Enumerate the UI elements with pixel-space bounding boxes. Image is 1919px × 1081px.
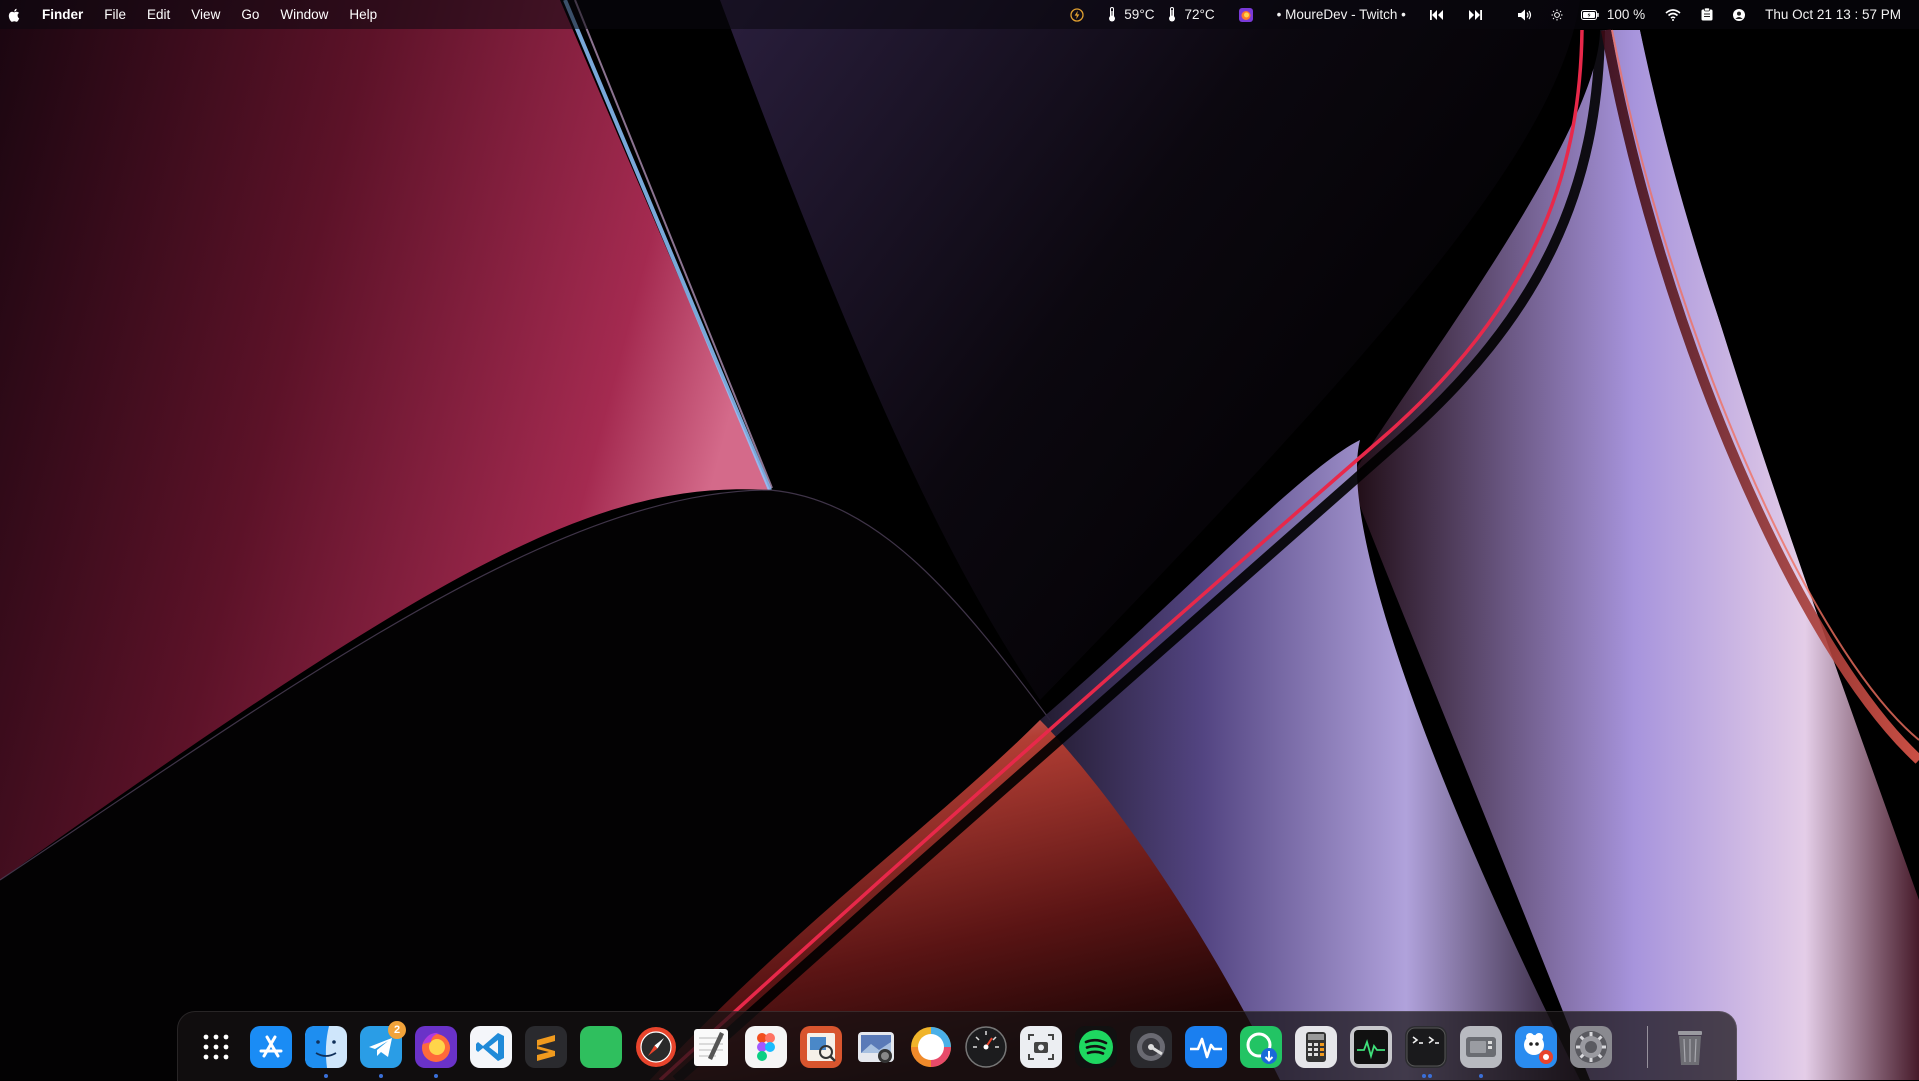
gimp-icon: [1515, 1026, 1557, 1068]
gpu-temperature[interactable]: 72°C: [1168, 7, 1215, 22]
menu-file[interactable]: File: [104, 7, 126, 22]
menu-edit[interactable]: Edit: [147, 7, 170, 22]
clipboard-icon[interactable]: [1701, 8, 1713, 21]
dock-trash[interactable]: [1669, 1026, 1711, 1068]
green-app-icon: [580, 1026, 622, 1068]
battery-icon: [1580, 9, 1599, 20]
wifi-icon[interactable]: [1665, 8, 1681, 21]
vscode-icon: [470, 1026, 512, 1068]
textedit-icon: [690, 1026, 732, 1068]
download-icon: [1240, 1026, 1282, 1068]
dock-textedit[interactable]: [690, 1026, 732, 1068]
bolt-icon[interactable]: [1070, 7, 1084, 22]
dock-terminal[interactable]: [1405, 1026, 1447, 1068]
terminal-icon: [1405, 1026, 1447, 1068]
dock-screenshot[interactable]: [1020, 1026, 1062, 1068]
calculator-icon: [1295, 1026, 1337, 1068]
previous-track-icon[interactable]: [1429, 9, 1444, 20]
firefox-mini-icon[interactable]: [1238, 7, 1253, 22]
dock-system-preferences[interactable]: [1570, 1026, 1612, 1068]
photo-capture-icon: [855, 1026, 897, 1068]
dock-figma[interactable]: [745, 1026, 787, 1068]
desktop-wallpaper: [0, 0, 1919, 1080]
clock-datetime[interactable]: Thu Oct 21 13 : 57 PM: [1765, 7, 1901, 22]
menu-finder[interactable]: Finder: [42, 7, 83, 22]
battery-percent: 100 %: [1606, 7, 1646, 22]
launchpad-icon: [195, 1026, 237, 1068]
dock-color-circle[interactable]: [910, 1026, 952, 1068]
dock-spotify[interactable]: [1075, 1026, 1117, 1068]
thermometer-icon: [1108, 7, 1116, 22]
menu-help[interactable]: Help: [349, 7, 377, 22]
dock-downloader[interactable]: [1240, 1026, 1282, 1068]
trash-icon: [1669, 1026, 1711, 1068]
system-preferences-icon: [1570, 1026, 1612, 1068]
running-indicator: [1422, 1074, 1426, 1078]
app-store-icon: [250, 1026, 292, 1068]
cpu-temperature[interactable]: 59°C: [1108, 7, 1154, 22]
user-account-icon[interactable]: [1733, 8, 1746, 21]
dock-system-information[interactable]: [1460, 1026, 1502, 1068]
menu-window[interactable]: Window: [280, 7, 328, 22]
running-indicator: [1428, 1074, 1432, 1078]
dock-finder[interactable]: [305, 1026, 347, 1068]
dock-speed-gauge[interactable]: [965, 1026, 1007, 1068]
screenshot-icon: [1020, 1026, 1062, 1068]
dock-app-store[interactable]: [250, 1026, 292, 1068]
spotify-icon: [1075, 1026, 1117, 1068]
pulse-icon: [1185, 1026, 1227, 1068]
now-playing-text[interactable]: • MoureDev - Twitch •: [1277, 7, 1406, 22]
figma-icon: [745, 1026, 787, 1068]
next-track-icon[interactable]: [1468, 9, 1482, 20]
apple-logo-icon[interactable]: [8, 8, 22, 22]
dock-green-app[interactable]: [580, 1026, 622, 1068]
brightness-icon[interactable]: [1551, 9, 1563, 21]
battery-status[interactable]: 100 %: [1580, 7, 1646, 22]
sublime-icon: [525, 1026, 567, 1068]
dock-telegram[interactable]: 2: [360, 1021, 406, 1068]
dock-launchpad[interactable]: [195, 1026, 237, 1068]
activity-monitor-icon: [1350, 1026, 1392, 1068]
dock-preview[interactable]: [800, 1026, 842, 1068]
dock-activity-monitor[interactable]: [1350, 1026, 1392, 1068]
running-indicator: [324, 1074, 328, 1078]
running-indicator: [379, 1074, 383, 1078]
firefox-icon: [415, 1026, 457, 1068]
system-info-icon: [1460, 1026, 1502, 1068]
dock-separator: [1647, 1026, 1648, 1068]
dock-gimp[interactable]: [1515, 1026, 1557, 1068]
gpu-temp-value: 72°C: [1184, 7, 1215, 22]
running-indicator: [434, 1074, 438, 1078]
color-wheel-icon: [910, 1026, 952, 1068]
dock-firefox[interactable]: [415, 1026, 457, 1068]
dock-vscode[interactable]: [470, 1026, 512, 1068]
preview-icon: [800, 1026, 842, 1068]
dock-sublime[interactable]: [525, 1026, 567, 1068]
gauge-icon: [965, 1026, 1007, 1068]
disk-utility-icon: [1130, 1026, 1172, 1068]
dock-activity-pulse[interactable]: [1185, 1026, 1227, 1068]
dock-disk-utility[interactable]: [1130, 1026, 1172, 1068]
menu-bar-status: 59°C 72°C • MoureDev - Twitch • 100 % Th…: [1056, 0, 1919, 29]
finder-icon: [305, 1026, 347, 1068]
dock-calculator[interactable]: [1295, 1026, 1337, 1068]
volume-icon[interactable]: [1517, 9, 1533, 21]
compass-icon: [635, 1026, 677, 1068]
menu-go[interactable]: Go: [241, 7, 259, 22]
dock: 2: [177, 1011, 1737, 1081]
cpu-temp-value: 59°C: [1124, 7, 1155, 22]
menu-bar-left: Finder File Edit View Go Window Help: [0, 0, 398, 29]
dock-photo-capture[interactable]: [855, 1026, 897, 1068]
notification-badge: 2: [388, 1021, 406, 1039]
menu-view[interactable]: View: [191, 7, 220, 22]
thermometer-icon: [1168, 7, 1176, 22]
dock-compass[interactable]: [635, 1026, 677, 1068]
running-indicator: [1479, 1074, 1483, 1078]
menu-bar: Finder File Edit View Go Window Help 59°…: [0, 0, 1919, 29]
